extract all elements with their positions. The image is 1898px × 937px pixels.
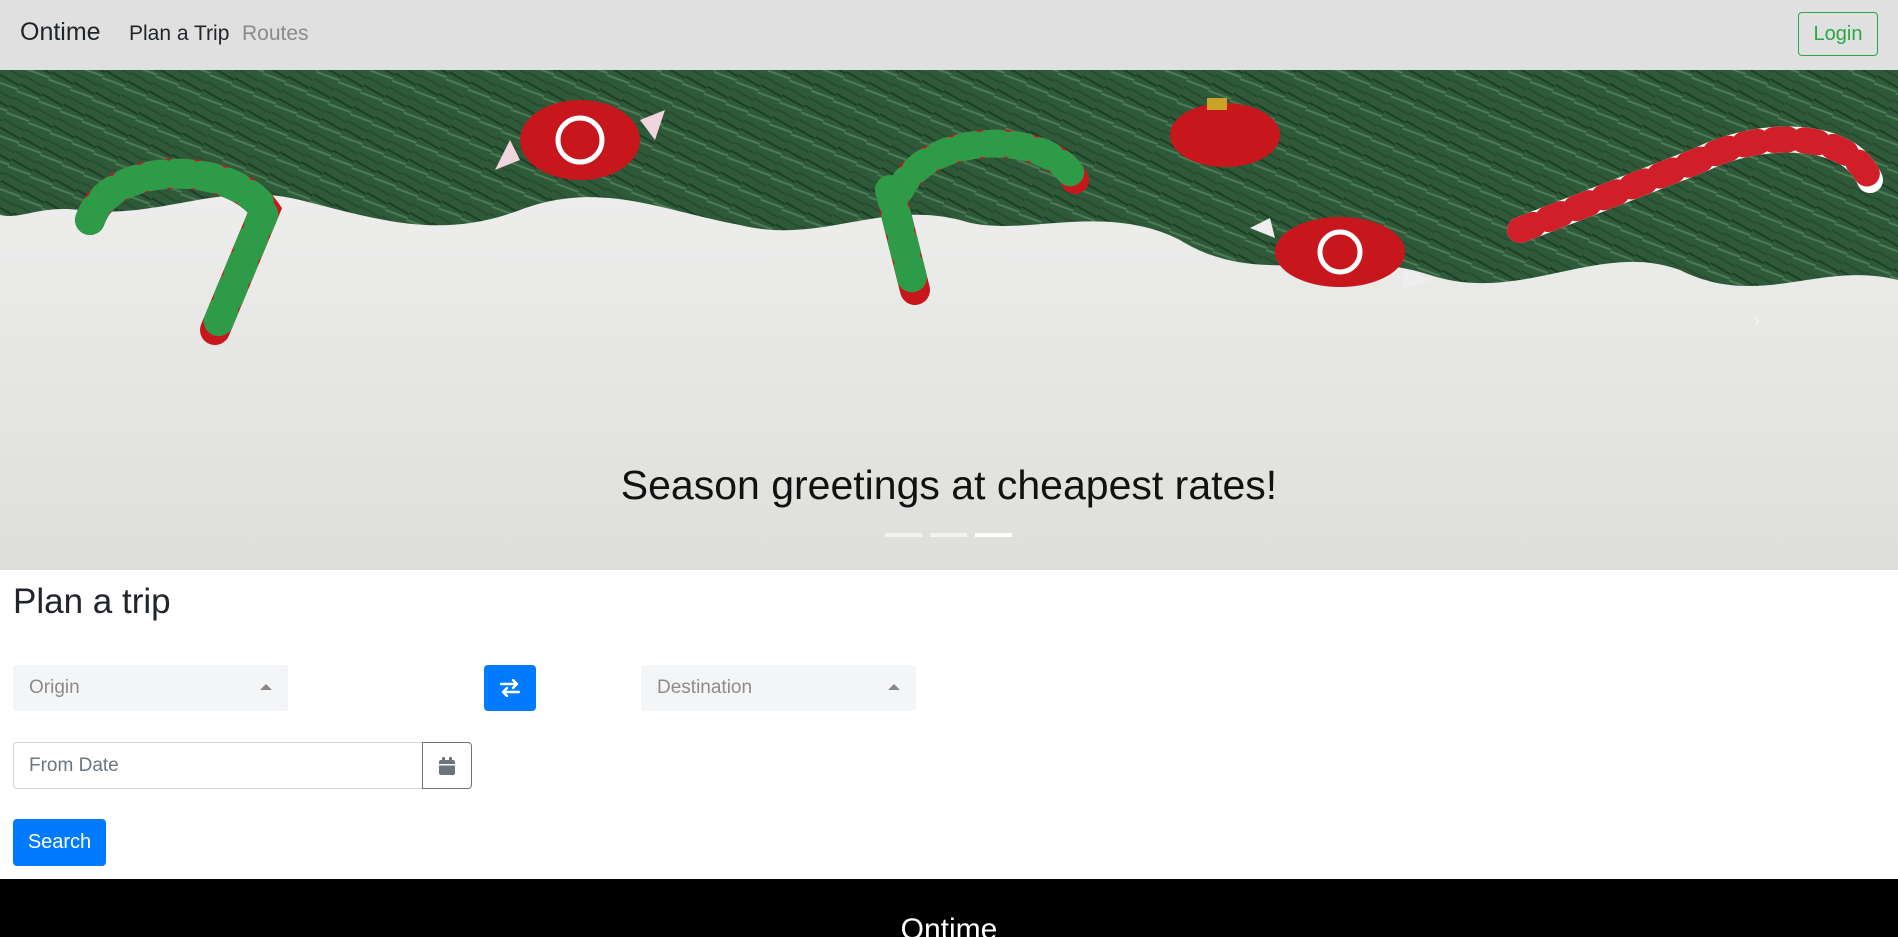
carousel-caption: Season greetings at cheapest rates! [620,462,1278,508]
navbar: Ontime Plan a Trip Routes Login [0,0,1898,70]
swap-locations-button[interactable] [484,665,536,711]
origin-select[interactable]: Origin [13,665,288,711]
exchange-icon [499,679,521,697]
hero-carousel: Season greetings at cheapest rates! › [0,70,1898,570]
carousel-indicator-3[interactable] [975,533,1012,537]
carousel-indicator-1[interactable] [885,533,922,537]
caret-up-icon [888,684,900,690]
login-button[interactable]: Login [1798,12,1878,56]
nav-link-plan-a-trip[interactable]: Plan a Trip [129,22,229,46]
carousel-next-icon[interactable]: › [1753,310,1760,333]
footer: Ontime [0,879,1898,937]
destination-select[interactable]: Destination [641,665,916,711]
caret-up-icon [260,684,272,690]
calendar-button[interactable] [422,742,472,789]
origin-placeholder: Origin [29,677,80,698]
calendar-icon [439,756,455,775]
carousel-indicator-2[interactable] [930,533,967,537]
from-date-group: From Date [13,742,472,789]
footer-brand: Ontime [900,913,998,937]
plan-trip-heading: Plan a trip [13,582,171,621]
brand-logo[interactable]: Ontime [20,18,101,47]
carousel-indicators [885,533,1012,537]
search-button[interactable]: Search [13,819,106,866]
from-date-placeholder: From Date [29,755,119,776]
destination-placeholder: Destination [657,677,753,698]
nav-link-routes[interactable]: Routes [242,22,309,46]
from-date-input[interactable]: From Date [13,742,423,789]
